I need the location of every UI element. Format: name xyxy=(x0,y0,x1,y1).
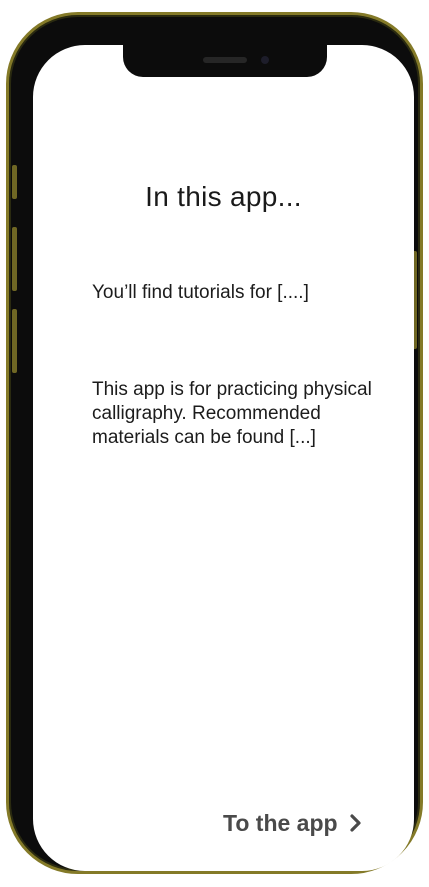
app-screen: In this app... You’ll find tutorials for… xyxy=(33,45,414,871)
volume-up-button xyxy=(12,227,17,291)
volume-down-button xyxy=(12,309,17,373)
to-the-app-button[interactable]: To the app xyxy=(223,807,364,839)
page-title: In this app... xyxy=(145,181,302,212)
mute-switch xyxy=(12,165,17,199)
to-the-app-label: To the app xyxy=(223,809,338,836)
intro-tutorials-text: You’ll find tutorials for [....] xyxy=(92,282,309,303)
speaker-grille xyxy=(203,57,247,63)
chevron-right-icon xyxy=(349,814,361,832)
phone-frame: In this app... You’ll find tutorials for… xyxy=(6,12,423,874)
front-camera-icon xyxy=(261,56,269,64)
notch xyxy=(123,45,327,77)
intro-materials-text: This app is for practicing physical call… xyxy=(92,379,372,448)
